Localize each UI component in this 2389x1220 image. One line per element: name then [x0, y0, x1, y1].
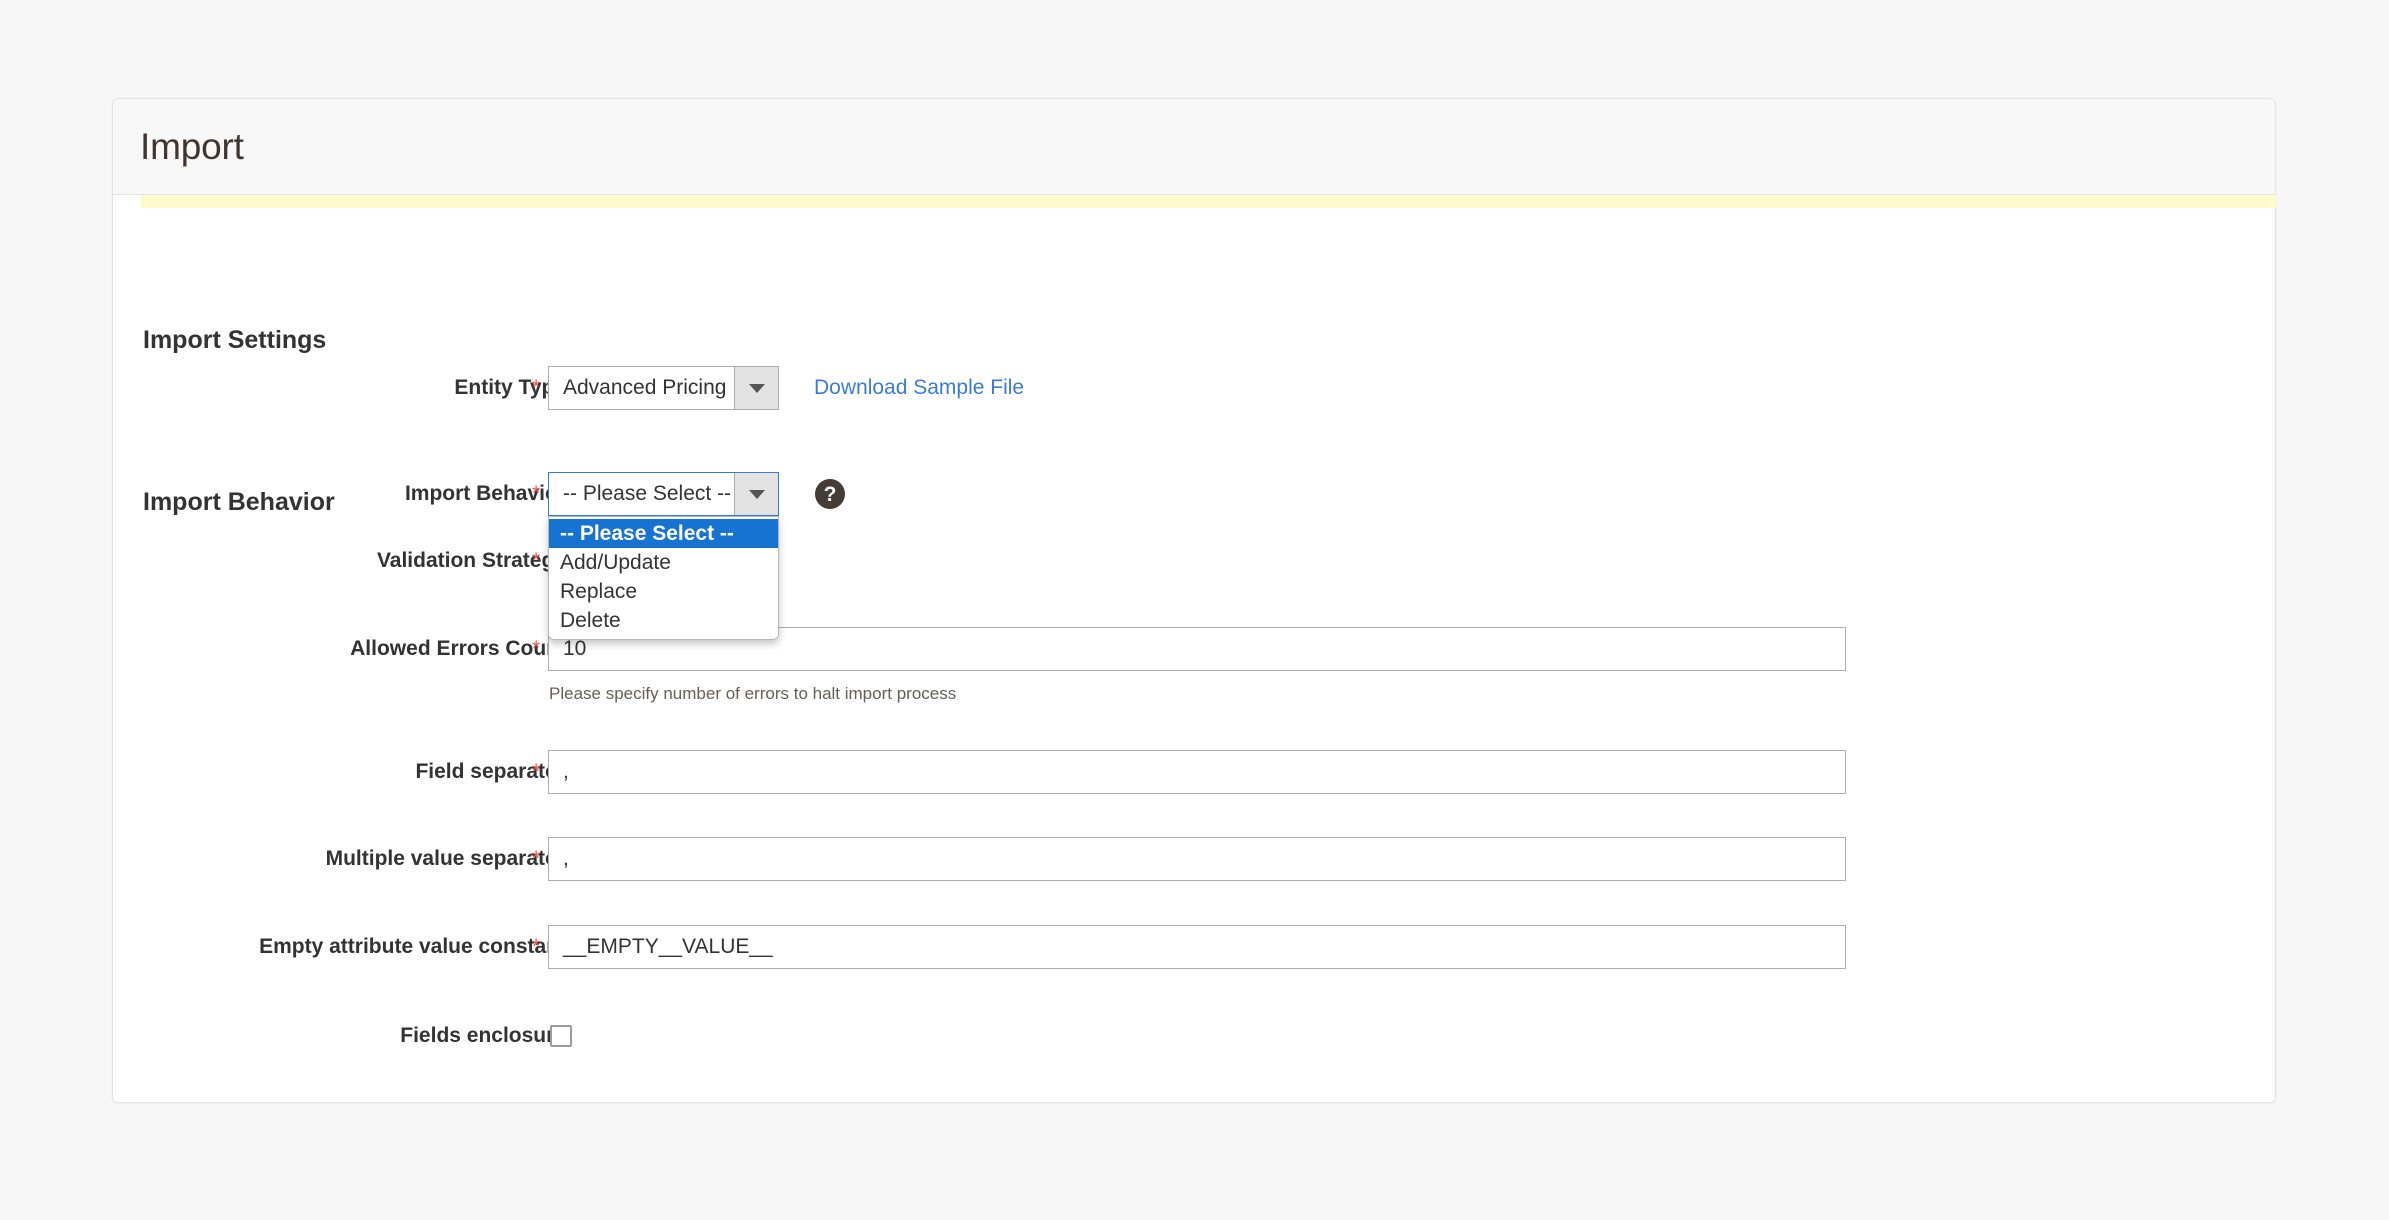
card-header: Import [113, 99, 2275, 195]
field-row-multiple-value-separator: Multiple value separator * , [113, 837, 2275, 881]
section-heading-import-settings: Import Settings [143, 326, 327, 354]
import-card: Import Import Settings Entity Type * Adv… [112, 98, 2276, 1103]
help-icon[interactable]: ? [815, 479, 845, 509]
field-row-validation-strategy: Validation Strategy * [113, 539, 2275, 583]
field-separator-input[interactable]: , [548, 750, 1846, 794]
dropdown-option[interactable]: Delete [549, 606, 778, 635]
download-sample-file-link[interactable]: Download Sample File [814, 366, 1024, 410]
entity-type-select-value: Advanced Pricing [563, 376, 727, 399]
multiple-value-separator-label-text: Multiple value separator [325, 847, 566, 870]
allowed-errors-count-value: 10 [563, 637, 587, 660]
empty-attribute-value-constant-required-marker: * [532, 935, 541, 958]
entity-type-label: Entity Type [0, 366, 566, 410]
multiple-value-separator-value: , [563, 847, 569, 870]
import-behavior-label: Import Behavior [0, 472, 566, 516]
field-row-fields-enclosure: Fields enclosure [113, 1014, 2275, 1058]
empty-attribute-value-constant-label-text: Empty attribute value constant [259, 935, 566, 958]
accent-bar [141, 195, 2276, 208]
page-title: Import [140, 125, 244, 167]
import-behavior-select[interactable]: -- Please Select -- [548, 472, 779, 516]
allowed-errors-count-label: Allowed Errors Count [0, 627, 566, 671]
field-row-entity-type: Entity Type * Advanced Pricing Download … [113, 366, 2275, 410]
field-separator-required-marker: * [532, 760, 541, 783]
chevron-down-icon[interactable] [734, 367, 778, 409]
empty-attribute-value-constant-input[interactable]: __EMPTY__VALUE__ [548, 925, 1846, 969]
validation-strategy-required-marker: * [532, 549, 541, 572]
import-behavior-label-text: Import Behavior [404, 482, 566, 505]
fields-enclosure-checkbox[interactable] [550, 1025, 572, 1047]
empty-attribute-value-constant-value: __EMPTY__VALUE__ [563, 935, 773, 958]
fields-enclosure-label-text: Fields enclosure [400, 1024, 566, 1047]
multiple-value-separator-required-marker: * [532, 847, 541, 870]
entity-type-required-marker: * [532, 376, 541, 399]
dropdown-option[interactable]: Add/Update [549, 548, 778, 577]
page-root: Import Import Settings Entity Type * Adv… [0, 0, 2389, 1220]
fields-enclosure-label: Fields enclosure [0, 1014, 566, 1058]
field-row-allowed-errors-count: Allowed Errors Count * 10 [113, 627, 2275, 671]
empty-attribute-value-constant-label: Empty attribute value constant [0, 925, 566, 969]
field-separator-label-text: Field separator [415, 760, 566, 783]
chevron-down-icon[interactable] [734, 473, 778, 515]
field-row-field-separator: Field separator * , [113, 750, 2275, 794]
multiple-value-separator-label: Multiple value separator [0, 837, 566, 881]
allowed-errors-count-note: Please specify number of errors to halt … [549, 684, 957, 703]
import-behavior-required-marker: * [532, 482, 541, 505]
entity-type-select[interactable]: Advanced Pricing [548, 366, 779, 410]
allowed-errors-count-required-marker: * [532, 637, 541, 660]
multiple-value-separator-input[interactable]: , [548, 837, 1846, 881]
validation-strategy-label: Validation Strategy [0, 539, 566, 583]
field-separator-value: , [563, 760, 569, 783]
field-separator-label: Field separator [0, 750, 566, 794]
dropdown-option[interactable]: Replace [549, 577, 778, 606]
import-behavior-dropdown[interactable]: -- Please Select -- Add/Update Replace D… [548, 516, 779, 640]
field-row-import-behavior: Import Behavior * -- Please Select -- ? … [113, 472, 2275, 640]
field-row-empty-attribute-value-constant: Empty attribute value constant * __EMPTY… [113, 925, 2275, 969]
dropdown-option[interactable]: -- Please Select -- [549, 519, 778, 548]
import-behavior-select-value: -- Please Select -- [563, 482, 732, 505]
